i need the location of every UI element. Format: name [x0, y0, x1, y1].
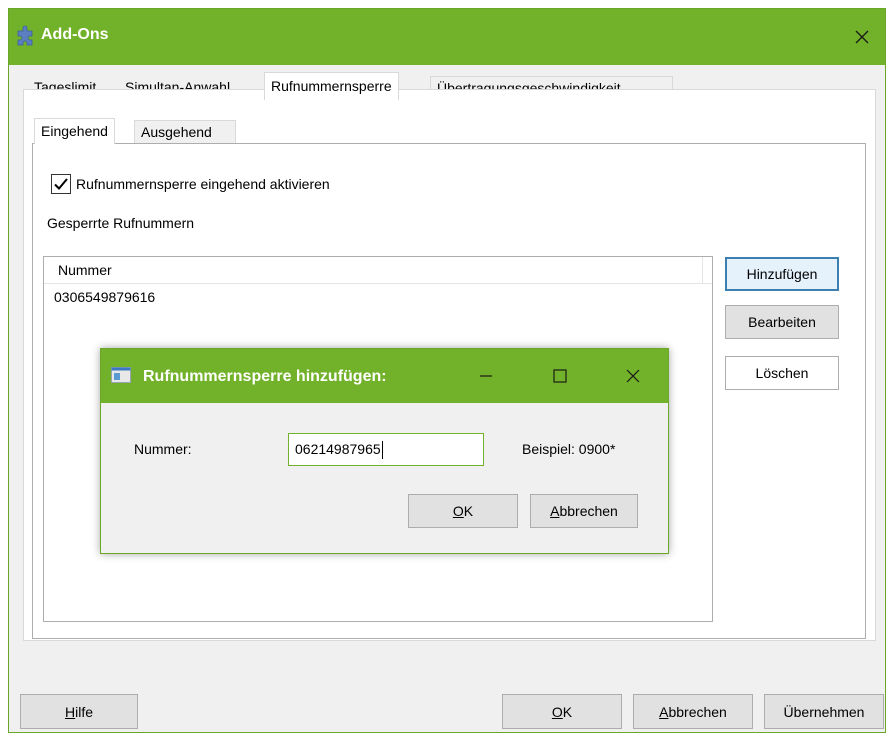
tab-rufnummernsperre[interactable]: Rufnummernsperre: [264, 72, 399, 100]
dialog-cancel-label: Abbrechen: [550, 503, 618, 519]
ok-button[interactable]: OK: [502, 694, 622, 729]
checkmark-icon: [54, 178, 68, 190]
help-label: Hilfe: [64, 703, 94, 720]
dialog-ok-label: OK: [452, 503, 474, 519]
title-bar: Add-Ons: [9, 9, 885, 65]
subtab-ausgehend[interactable]: Ausgehend: [134, 120, 236, 144]
delete-button[interactable]: Löschen: [725, 356, 839, 390]
dialog-cancel-button[interactable]: Abbrechen: [530, 494, 638, 528]
maximize-icon: [553, 369, 567, 383]
cancel-button[interactable]: Abbrechen: [633, 694, 753, 729]
activate-checkbox-label[interactable]: Rufnummernsperre eingehend aktivieren: [76, 176, 330, 192]
dialog-close-button[interactable]: [605, 349, 661, 403]
puzzle-icon: [17, 25, 33, 46]
number-field-label: Nummer:: [134, 441, 192, 457]
window-title: Add-Ons: [41, 26, 109, 43]
text-caret: [381, 441, 383, 460]
edit-button[interactable]: Bearbeiten: [725, 305, 839, 339]
minimize-icon: [480, 375, 492, 377]
add-button[interactable]: Hinzufügen: [725, 257, 839, 291]
maximize-button[interactable]: [532, 349, 588, 403]
ok-label: OK: [551, 703, 573, 720]
subtab-eingehend[interactable]: Eingehend: [34, 118, 115, 144]
close-button[interactable]: [839, 9, 885, 65]
column-header-label: Nummer: [58, 262, 112, 278]
apply-button[interactable]: Übernehmen: [764, 694, 884, 729]
number-input-value: 06214987965: [295, 441, 381, 457]
number-input[interactable]: 06214987965: [288, 433, 484, 466]
cancel-label: Abbrechen: [659, 703, 727, 720]
dialog-ok-button[interactable]: OK: [408, 494, 518, 528]
minimize-button[interactable]: [458, 349, 514, 403]
window-icon: [111, 367, 131, 383]
example-hint: Beispiel: 0900*: [522, 441, 616, 457]
blocked-numbers-label: Gesperrte Rufnummern: [47, 215, 195, 231]
dialog-title-bar: Rufnummernsperre hinzufügen:: [101, 349, 668, 403]
close-icon: [855, 30, 869, 44]
list-item[interactable]: 0306549879616: [54, 289, 155, 305]
help-button[interactable]: Hilfe: [20, 694, 138, 729]
activate-checkbox[interactable]: [51, 174, 71, 194]
dialog-title: Rufnummernsperre hinzufügen:: [143, 368, 387, 385]
column-header-nummer[interactable]: Nummer: [44, 257, 712, 284]
column-separator[interactable]: [702, 257, 703, 284]
close-icon: [626, 369, 640, 383]
